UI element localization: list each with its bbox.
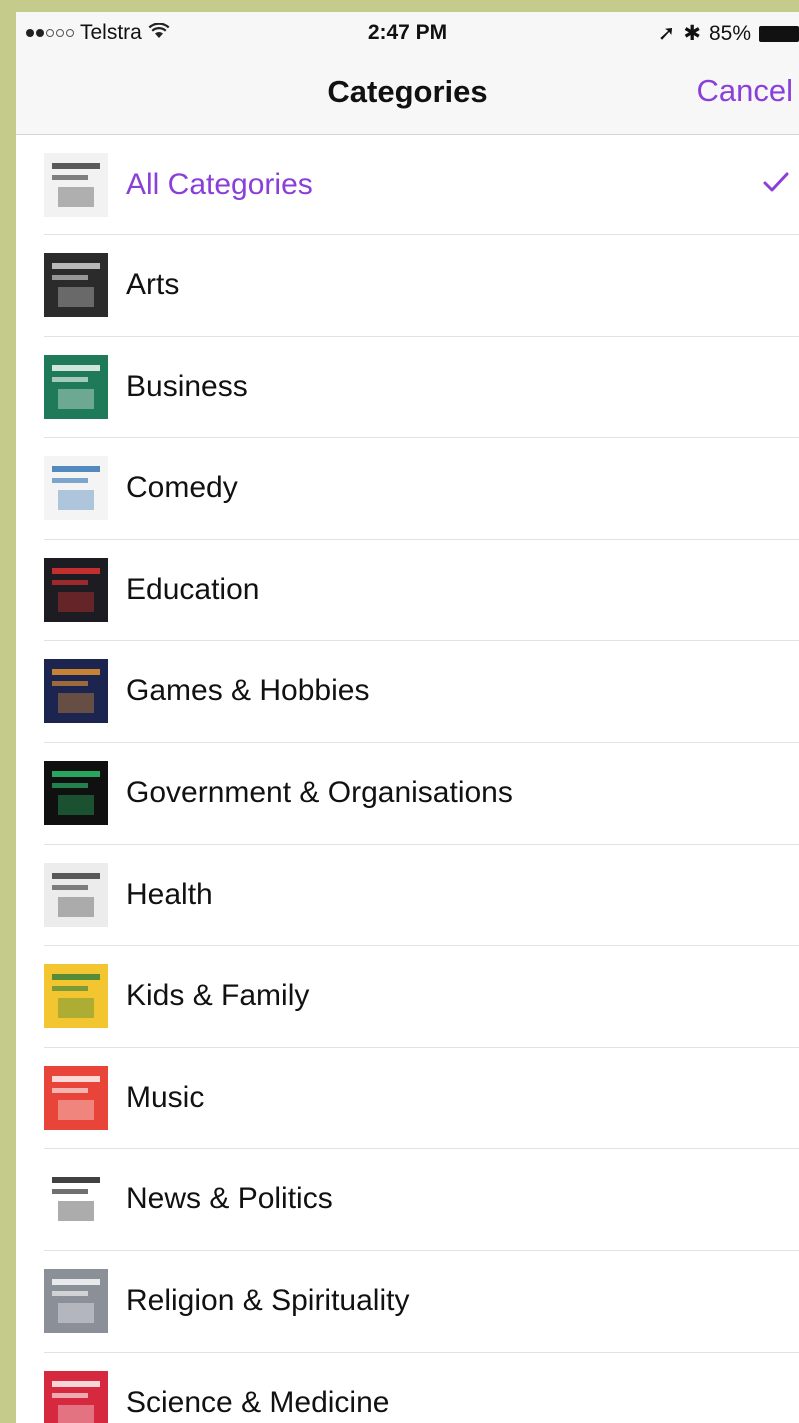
category-row-portrait[interactable]: Religion & Spirituality [44, 1251, 799, 1353]
bluetooth-icon: ✱ [683, 22, 701, 45]
podcast-artwork-serial [44, 1167, 108, 1232]
category-label: News & Politics [126, 1182, 333, 1216]
podcast-artwork-all-in-the-mind [44, 1370, 108, 1423]
background-frame-top [0, 0, 799, 12]
category-row-ted-radio-hour[interactable]: Education [44, 540, 799, 642]
category-row-comedy-podcast[interactable]: Comedy [44, 438, 799, 540]
category-label: Arts [126, 268, 180, 301]
status-right: ➚ ✱ 85% [658, 21, 799, 46]
category-row-malcolm-gladwell-revisionist-history[interactable]: All Categories [44, 135, 799, 235]
podcast-artwork-soup-podcast [44, 659, 108, 724]
podcast-artwork-like-a-version [44, 1065, 108, 1130]
category-row-soup-podcast[interactable]: Games & Hobbies [44, 641, 799, 743]
category-row-myths-legends[interactable]: Arts [44, 235, 799, 337]
category-label: Science & Medicine [126, 1385, 390, 1419]
status-bar: Telstra 2:47 PM ➚ ✱ 85% [16, 12, 799, 52]
podcast-artwork-planet-money [44, 354, 108, 419]
phone-screen: Telstra 2:47 PM ➚ ✱ 85% Categories Cance… [16, 12, 799, 1423]
background-frame-left [0, 0, 16, 1423]
category-label: Government & Organisations [126, 775, 513, 809]
category-label: Education [126, 572, 260, 606]
category-label: Health [126, 877, 213, 911]
category-row-more-perfect[interactable]: Government & Organisations [44, 743, 799, 845]
category-label: Comedy [126, 471, 238, 505]
podcast-artwork-more-perfect [44, 760, 108, 825]
podcast-artwork-comedy-podcast [44, 456, 108, 521]
category-row-all-in-the-mind[interactable]: Science & Medicine [44, 1353, 799, 1423]
location-arrow-icon: ➚ [657, 22, 676, 45]
category-row-inspirational-lives[interactable]: Health [44, 845, 799, 947]
category-row-story-podcast[interactable]: Kids & Family [44, 946, 799, 1048]
checkmark-icon [763, 168, 789, 200]
podcast-artwork-ted-radio-hour [44, 557, 108, 622]
podcast-artwork-portrait [44, 1268, 108, 1333]
podcast-artwork-story-podcast [44, 964, 108, 1029]
podcast-artwork-malcolm-gladwell-revisionist-history [44, 153, 108, 217]
category-label: Games & Hobbies [126, 674, 370, 708]
category-row-like-a-version[interactable]: Music [44, 1048, 799, 1150]
category-label: Business [126, 369, 248, 403]
category-label: Kids & Family [126, 979, 310, 1013]
category-list: All Categories Arts Business Comedy Educatio… [16, 135, 799, 1423]
navigation-bar: Categories Cancel [16, 52, 799, 135]
page-title: Categories [327, 74, 488, 109]
podcast-artwork-myths-legends [44, 253, 108, 317]
category-label: Music [126, 1080, 205, 1114]
category-label: All Categories [126, 168, 313, 201]
podcast-artwork-inspirational-lives [44, 862, 108, 927]
category-row-planet-money[interactable]: Business [44, 337, 799, 439]
battery-icon [759, 25, 799, 42]
category-label: Religion & Spirituality [126, 1283, 410, 1317]
category-row-serial[interactable]: News & Politics [44, 1149, 799, 1251]
cancel-button[interactable]: Cancel [697, 73, 794, 109]
battery-percent: 85% [708, 21, 751, 45]
